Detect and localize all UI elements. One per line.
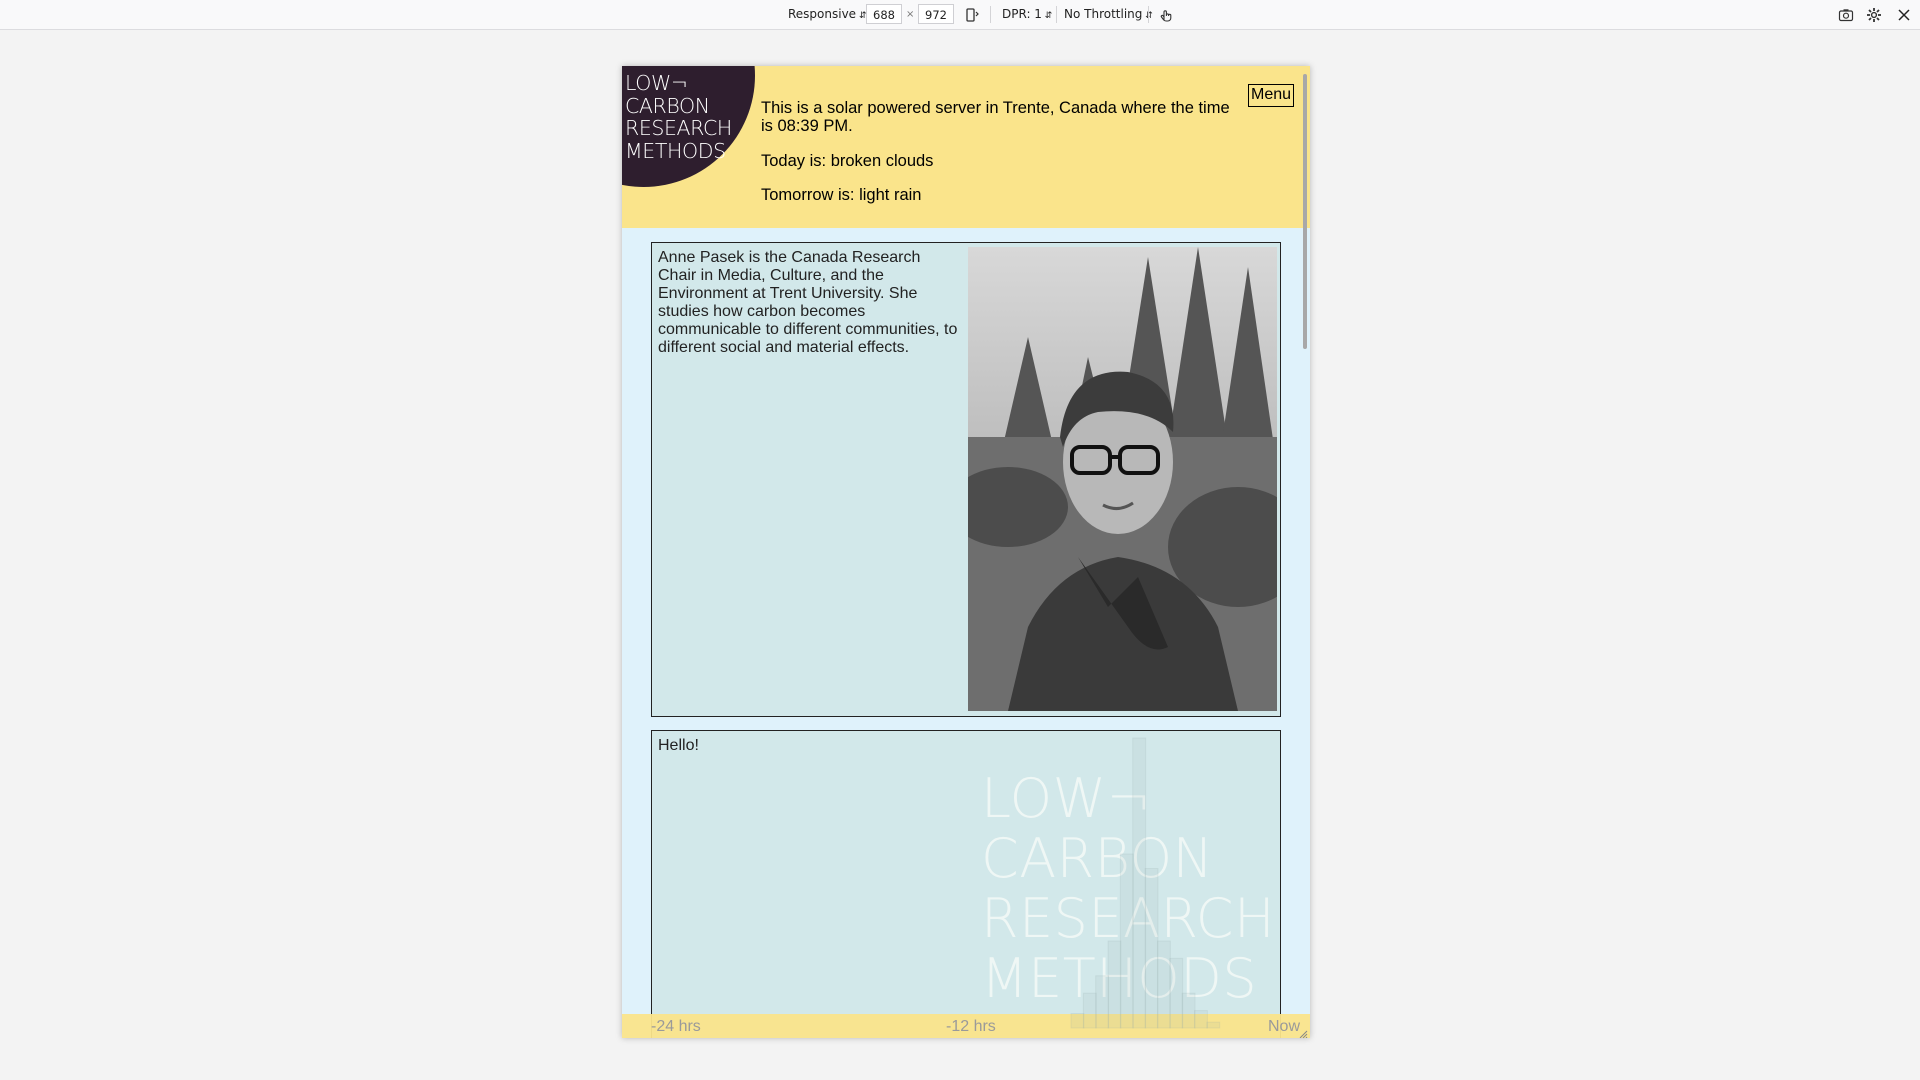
toolbar-divider bbox=[1148, 6, 1149, 23]
dpr-select[interactable]: DPR: 1 bbox=[1002, 0, 1052, 29]
weather-today: Today is: broken clouds bbox=[761, 152, 934, 170]
viewport-width-input[interactable]: 688 bbox=[866, 4, 902, 24]
rotate-icon[interactable] bbox=[962, 5, 982, 25]
axis-label-end: Now bbox=[1268, 1018, 1301, 1035]
site-logo[interactable]: LOW¬ CARBON RESEARCH METHODS bbox=[625, 72, 732, 162]
viewport-height-input[interactable]: 972 bbox=[918, 4, 954, 24]
hello-card: Hello! LOW¬ CARBON RESEARCH METHODS bbox=[651, 730, 1281, 1038]
axis-label-start: -24 hrs bbox=[651, 1018, 701, 1035]
server-info: This is a solar powered server in Trente… bbox=[761, 99, 1241, 204]
responsive-viewport: LOW¬ CARBON RESEARCH METHODS This is a s… bbox=[622, 66, 1310, 1038]
settings-icon[interactable] bbox=[1864, 5, 1884, 25]
hello-text: Hello! bbox=[658, 737, 699, 754]
weather-tomorrow: Tomorrow is: light rain bbox=[761, 186, 922, 204]
watermark-line: LOW¬ bbox=[981, 767, 1153, 830]
logo-line: CARBON bbox=[625, 93, 710, 118]
resize-grip-icon[interactable] bbox=[1298, 1026, 1308, 1038]
menu-button[interactable]: Menu bbox=[1248, 84, 1295, 107]
devtools-toolbar: Responsive 688 × 972 DPR: 1 No Throttlin… bbox=[0, 0, 1920, 30]
logo-line: LOW¬ bbox=[625, 71, 688, 95]
throttling-select[interactable]: No Throttling bbox=[1064, 0, 1153, 29]
axis-label-mid: -12 hrs bbox=[946, 1018, 996, 1035]
toolbar-divider bbox=[990, 6, 991, 23]
logo-line: RESEARCH bbox=[625, 116, 732, 140]
touch-icon[interactable] bbox=[1156, 5, 1176, 25]
bio-card: Anne Pasek is the Canada Research Chair … bbox=[651, 242, 1281, 717]
bio-text: Anne Pasek is the Canada Research Chair … bbox=[658, 249, 958, 356]
logo-watermark: LOW¬ CARBON RESEARCH METHODS bbox=[981, 769, 1275, 1009]
scrollbar[interactable] bbox=[1303, 74, 1307, 349]
screenshot-icon[interactable] bbox=[1836, 5, 1856, 25]
dimension-separator: × bbox=[906, 9, 915, 20]
logo-line: METHODS bbox=[625, 138, 726, 163]
site-header: LOW¬ CARBON RESEARCH METHODS This is a s… bbox=[622, 66, 1310, 228]
toolbar-divider bbox=[1056, 6, 1057, 23]
watermark-line: METHODS bbox=[981, 947, 1258, 1010]
portrait-photo bbox=[968, 247, 1277, 711]
device-mode-select[interactable]: Responsive bbox=[788, 0, 866, 29]
server-status-text: This is a solar powered server in Trente… bbox=[761, 99, 1230, 135]
watermark-line: RESEARCH bbox=[981, 887, 1276, 950]
close-icon[interactable] bbox=[1894, 5, 1914, 25]
watermark-line: CARBON bbox=[981, 827, 1214, 890]
